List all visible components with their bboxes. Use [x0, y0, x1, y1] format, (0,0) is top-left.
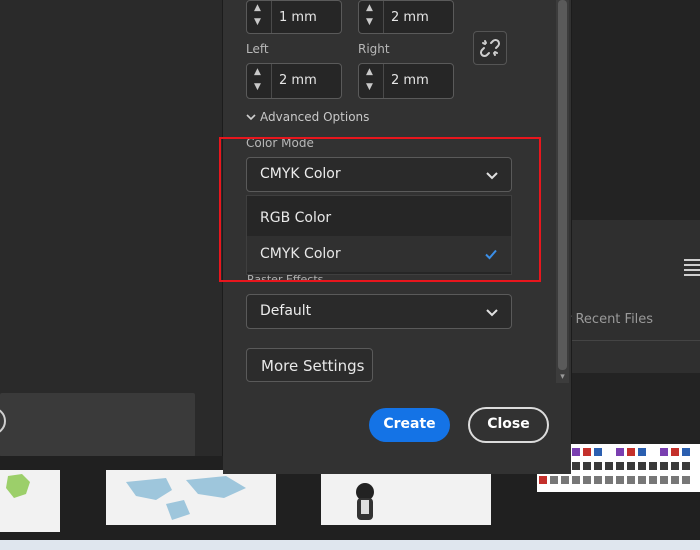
- divider: [572, 340, 700, 341]
- left-margin-stepper[interactable]: ▲ ▼ 2 mm: [246, 63, 342, 99]
- stepper-arrows-icon[interactable]: ▲ ▼: [247, 1, 272, 33]
- chevron-down-icon: [485, 304, 499, 318]
- thumbnail-illustration[interactable]: [321, 470, 491, 525]
- close-button[interactable]: Close: [468, 407, 549, 443]
- highlight-box: [219, 137, 541, 282]
- create-button[interactable]: Create: [369, 408, 450, 442]
- left-margin-value: 2 mm: [279, 73, 317, 88]
- list-view-icon[interactable]: [684, 256, 700, 276]
- top-margin-stepper[interactable]: ▲ ▼ 1 mm: [246, 0, 342, 34]
- raster-effects-value: Default: [260, 303, 312, 319]
- create-label: Create: [383, 416, 436, 432]
- stepper-arrows-icon[interactable]: ▲ ▼: [247, 64, 272, 98]
- recent-files-header: [572, 220, 700, 373]
- link-margins-button[interactable]: [473, 31, 507, 65]
- broken-link-icon: [479, 38, 501, 58]
- scrollbar-thumb[interactable]: [558, 0, 567, 370]
- thumbnail-world-map[interactable]: [106, 470, 276, 525]
- more-settings-button[interactable]: More Settings: [246, 348, 373, 382]
- bottom-margin-stepper[interactable]: ▲ ▼ 2 mm: [358, 0, 454, 34]
- stepper-arrows-icon[interactable]: ▲ ▼: [359, 1, 384, 33]
- scroll-down-arrow-icon[interactable]: ▾: [557, 372, 568, 382]
- more-settings-label: More Settings: [261, 357, 365, 375]
- advanced-options-label: Advanced Options: [260, 110, 370, 124]
- bottom-margin-value: 2 mm: [391, 10, 429, 25]
- recent-files-label: r Recent Files: [566, 312, 654, 327]
- close-label: Close: [487, 416, 530, 432]
- advanced-options-toggle[interactable]: Advanced Options: [246, 110, 369, 124]
- raster-effects-dropdown[interactable]: Default: [246, 294, 512, 329]
- right-margin-label: Right: [358, 42, 390, 56]
- stepper-arrows-icon[interactable]: ▲ ▼: [359, 64, 384, 98]
- top-margin-value: 1 mm: [279, 10, 317, 25]
- right-margin-stepper[interactable]: ▲ ▼ 2 mm: [358, 63, 454, 99]
- chevron-down-icon: [246, 110, 256, 124]
- background-card: [0, 393, 195, 457]
- left-margin-label: Left: [246, 42, 269, 56]
- taskbar: [0, 540, 700, 550]
- right-margin-value: 2 mm: [391, 73, 429, 88]
- thumbnail-map[interactable]: [0, 470, 60, 532]
